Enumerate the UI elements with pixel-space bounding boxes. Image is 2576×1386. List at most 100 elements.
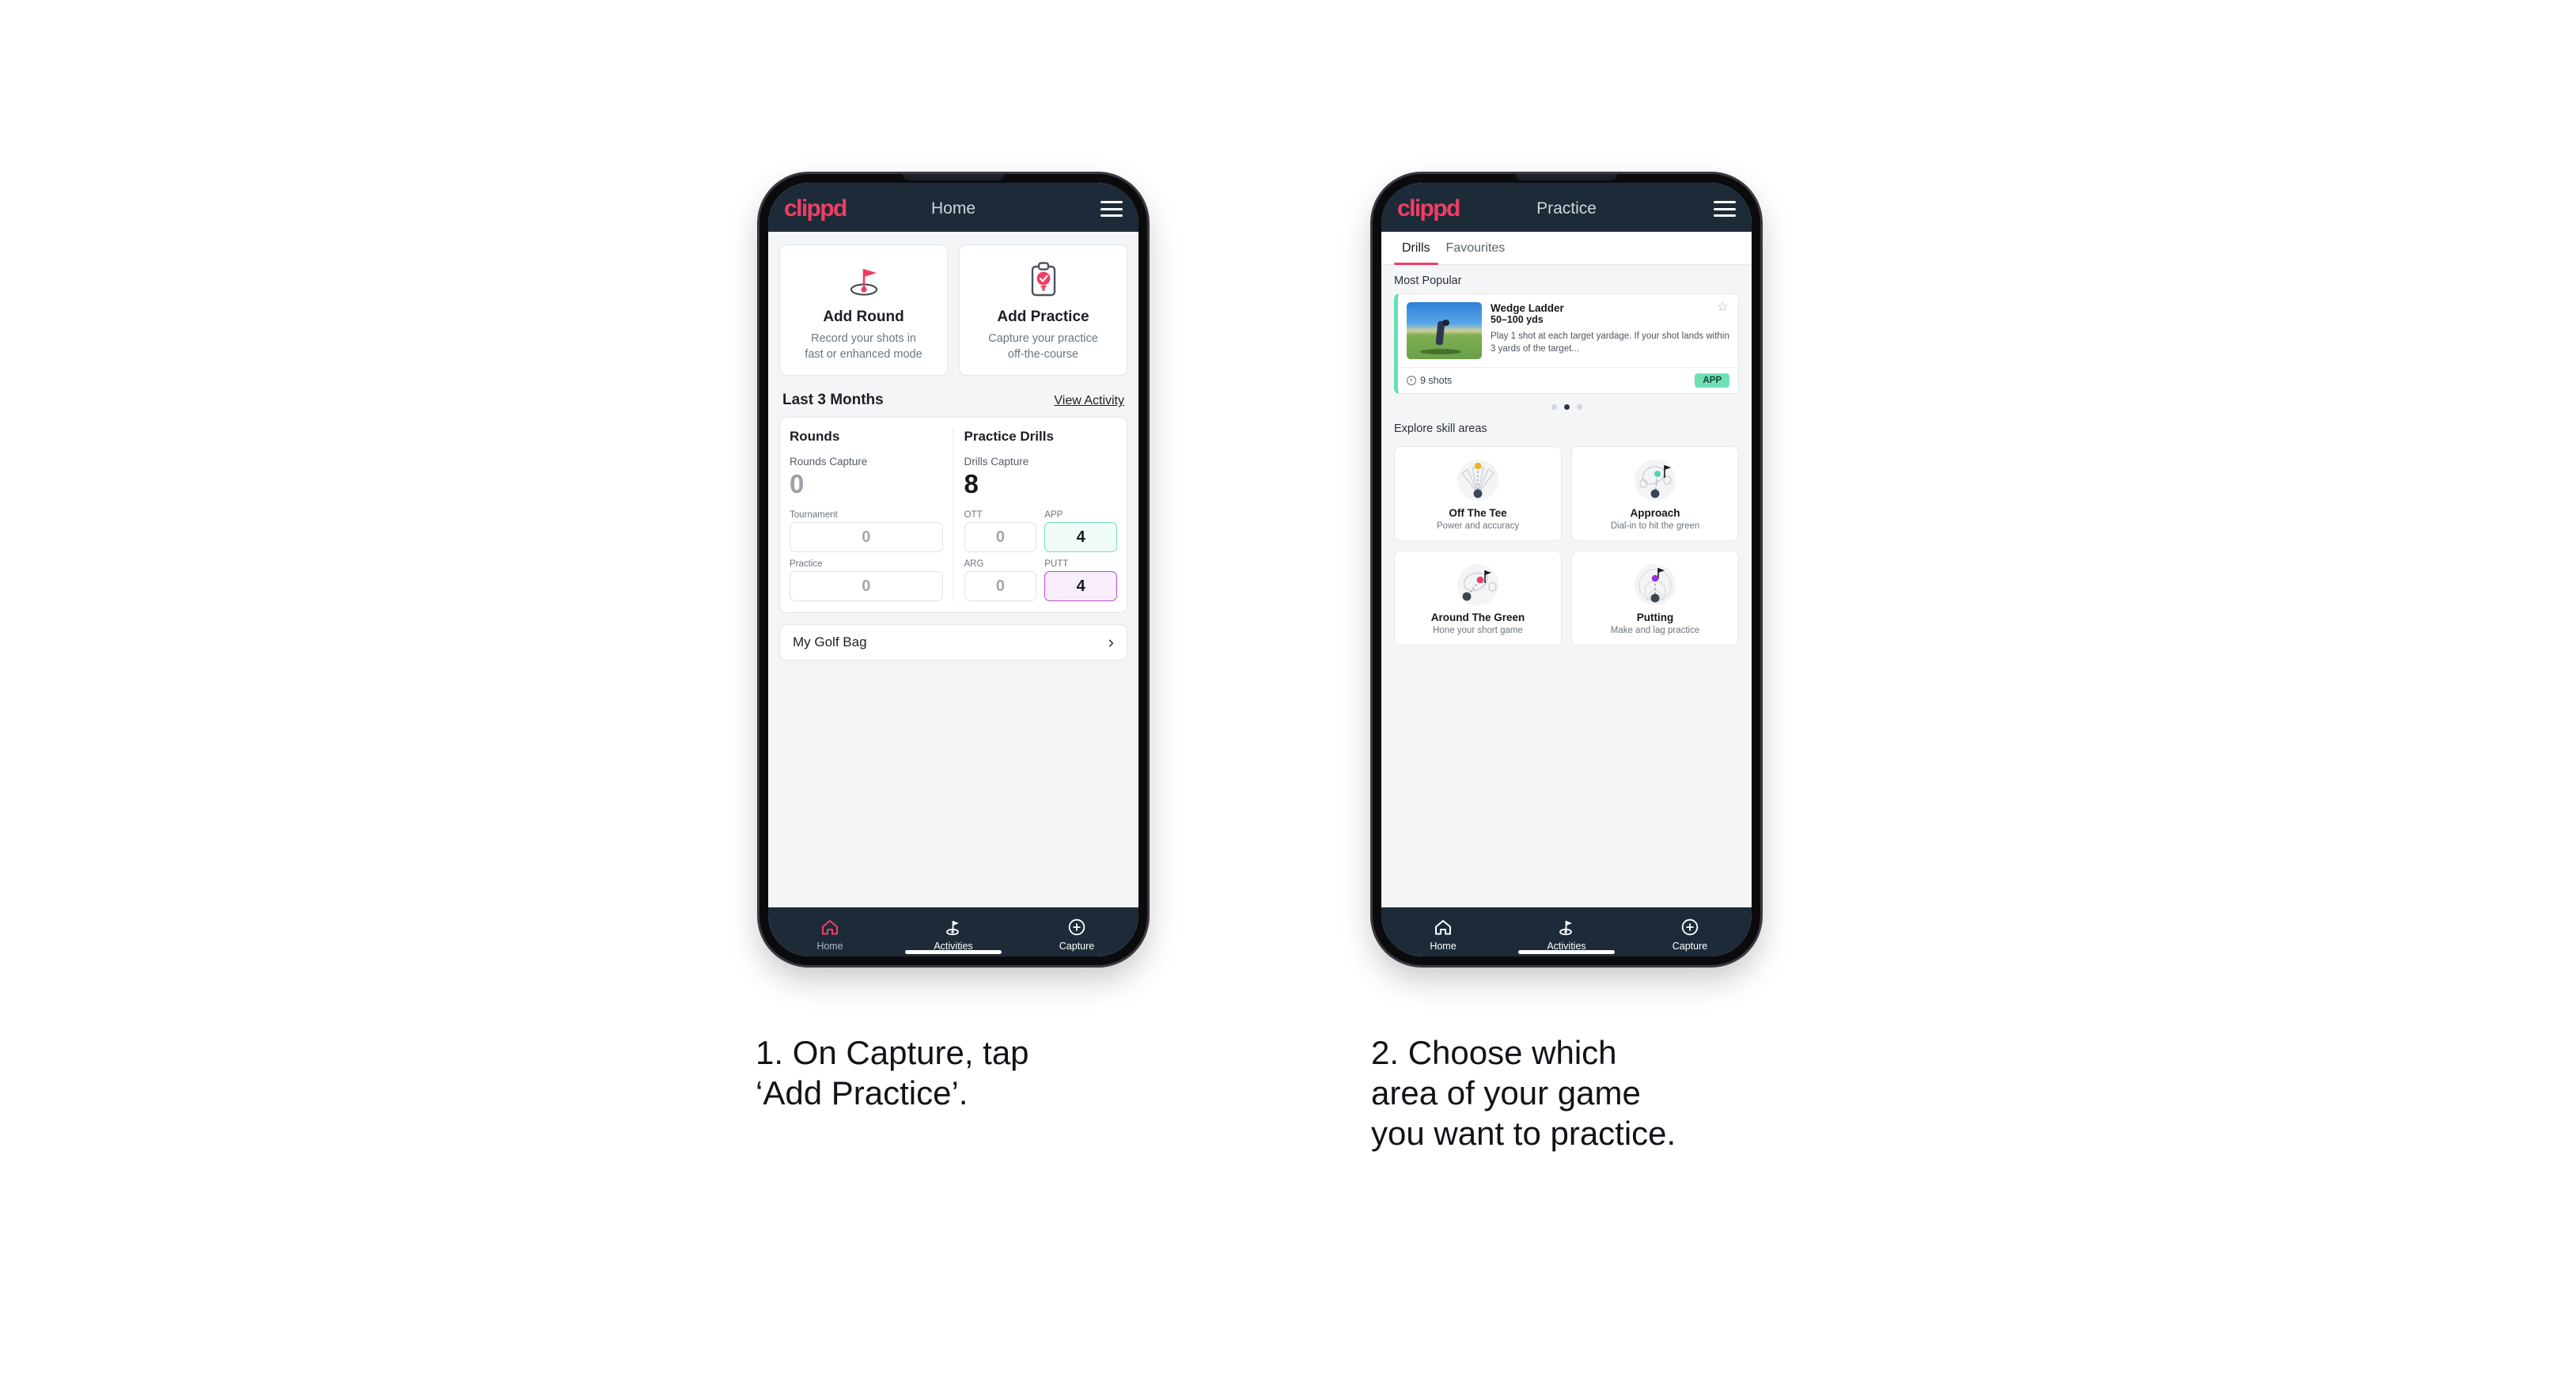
carousel-dots xyxy=(1381,394,1752,413)
caption-two-line3: you want to practice. xyxy=(1371,1115,1676,1153)
rounds-capture-value: 0 xyxy=(790,469,805,499)
skill-name-approach: Approach xyxy=(1630,507,1680,519)
drill-category-badge: APP xyxy=(1695,373,1729,388)
mini-practice[interactable]: Practice 0 xyxy=(790,559,943,602)
hamburger-menu-icon[interactable] xyxy=(1714,201,1736,217)
section-title: Last 3 Months xyxy=(782,392,884,409)
plus-circle-icon xyxy=(1015,917,1138,937)
mini-arg-value: 0 xyxy=(964,571,1037,602)
bottom-nav-home: Home Activities Capture xyxy=(768,907,1138,956)
nav-label-home: Home xyxy=(816,941,843,952)
mini-ott[interactable]: OTT 0 xyxy=(964,510,1037,553)
add-round-card[interactable]: Add Round Record your shots in fast or e… xyxy=(779,244,948,377)
drills-mini-row-2: ARG 0 PUTT 4 xyxy=(964,559,1117,602)
home-icon xyxy=(1381,917,1505,937)
nav-label-capture: Capture xyxy=(1059,941,1095,952)
my-golf-bag-row[interactable]: My Golf Bag › xyxy=(779,624,1127,661)
add-practice-subtitle-line2: off-the-course xyxy=(1007,347,1079,361)
drills-heading: Practice Drills xyxy=(964,429,1054,445)
practice-tabs: Drills Favourites xyxy=(1381,232,1752,265)
mini-app-label: APP xyxy=(1044,510,1063,521)
carousel-dot-1[interactable] xyxy=(1551,404,1557,410)
practice-screen-body: Drills Favourites Most Popular ☆ Wedge L… xyxy=(1381,232,1752,907)
clipboard-check-icon xyxy=(968,259,1119,301)
nav-label-home: Home xyxy=(1430,941,1457,952)
caption-two-line1: 2. Choose which xyxy=(1371,1034,1617,1071)
caption-one-line2: ‘Add Practice’. xyxy=(756,1074,968,1112)
around-the-green-icon xyxy=(1401,560,1555,609)
skill-card-around-the-green[interactable]: Around The Green Hone your short game xyxy=(1394,551,1562,646)
drills-capture-value: 8 xyxy=(964,469,979,499)
drill-card-top: ☆ Wedge Ladder 50–100 yds Play 1 shot at… xyxy=(1398,294,1738,367)
mini-tournament[interactable]: Tournament 0 xyxy=(790,510,943,553)
view-activity-link[interactable]: View Activity xyxy=(1054,394,1124,408)
mini-putt-value: 4 xyxy=(1044,571,1117,602)
rounds-mini-row-2: Practice 0 xyxy=(790,559,943,602)
mini-tournament-label: Tournament xyxy=(790,510,838,521)
hamburger-menu-icon[interactable] xyxy=(1100,201,1123,217)
skill-card-approach[interactable]: Approach Dial-in to hit the green xyxy=(1571,446,1739,541)
phone-mockup-practice: clippd Practice Drills Favourites Most P… xyxy=(1373,174,1760,965)
thumbnail-shadow xyxy=(1420,349,1462,355)
tab-drills[interactable]: Drills xyxy=(1394,232,1438,265)
most-popular-label: Most Popular xyxy=(1394,275,1462,287)
mini-practice-label: Practice xyxy=(790,559,823,570)
skill-name-around-the-green: Around The Green xyxy=(1430,612,1525,623)
home-icon xyxy=(768,917,892,937)
nav-item-activities[interactable]: Activities xyxy=(1505,917,1628,952)
rounds-column: Rounds Rounds Capture 0 Tournament 0 Pra… xyxy=(790,429,943,602)
nav-item-home[interactable]: Home xyxy=(768,917,892,952)
explore-skill-areas-label: Explore skill areas xyxy=(1394,422,1487,435)
golf-flag-icon xyxy=(788,259,939,301)
add-practice-subtitle-line1: Capture your practice xyxy=(988,332,1098,345)
nav-item-activities[interactable]: Activities xyxy=(892,917,1015,952)
my-golf-bag-label: My Golf Bag xyxy=(793,634,867,650)
mini-putt[interactable]: PUTT 4 xyxy=(1044,559,1117,602)
drills-capture-label: Drills Capture xyxy=(964,456,1029,468)
golf-flag-icon xyxy=(892,917,1015,937)
app-header-practice: clippd Practice xyxy=(1381,183,1752,232)
clippd-logo[interactable]: clippd xyxy=(784,197,847,221)
bottom-nav-practice: Home Activities Capture xyxy=(1381,907,1752,956)
off-the-tee-icon xyxy=(1401,456,1555,505)
clippd-logo[interactable]: clippd xyxy=(1397,197,1460,221)
rounds-capture-label: Rounds Capture xyxy=(790,456,868,468)
mini-arg[interactable]: ARG 0 xyxy=(964,559,1037,602)
skill-name-putting: Putting xyxy=(1636,612,1674,623)
chevron-right-icon: › xyxy=(1108,632,1114,653)
mini-arg-label: ARG xyxy=(964,559,984,570)
skill-sub-around-the-green: Hone your short game xyxy=(1433,626,1523,635)
skill-sub-putting: Make and lag practice xyxy=(1610,626,1700,635)
last-3-months-row: Last 3 Months View Activity xyxy=(768,376,1138,417)
skill-card-off-the-tee[interactable]: Off The Tee Power and accuracy xyxy=(1394,446,1562,541)
caption-two-line2: area of your game xyxy=(1371,1074,1641,1112)
nav-item-capture[interactable]: Capture xyxy=(1628,917,1752,952)
drill-card-wedge-ladder[interactable]: ☆ Wedge Ladder 50–100 yds Play 1 shot at… xyxy=(1394,293,1739,394)
mini-ott-value: 0 xyxy=(964,522,1037,553)
quick-actions-row: Add Round Record your shots in fast or e… xyxy=(768,232,1138,377)
phone-notch xyxy=(1516,174,1617,180)
skill-card-putting[interactable]: Putting Make and lag practice xyxy=(1571,551,1739,646)
star-outline-icon[interactable]: ☆ xyxy=(1717,301,1729,314)
add-practice-card[interactable]: Add Practice Capture your practice off-t… xyxy=(959,244,1127,377)
rounds-mini-row-1: Tournament 0 xyxy=(790,510,943,553)
home-screen-body: Add Round Record your shots in fast or e… xyxy=(768,232,1138,907)
drill-card-footer: 9 shots APP xyxy=(1398,367,1738,393)
screenshot-canvas: clippd Home Add Round Record your shots … xyxy=(0,0,2576,1386)
phone-notch xyxy=(903,174,1004,180)
mini-app[interactable]: APP 4 xyxy=(1044,510,1117,553)
add-round-title: Add Round xyxy=(823,309,904,325)
carousel-dot-3[interactable] xyxy=(1576,404,1582,410)
home-indicator xyxy=(1518,950,1615,954)
caption-step-one: 1. On Capture, tap ‘Add Practice’. xyxy=(756,1032,1246,1113)
mini-app-value: 4 xyxy=(1044,522,1117,553)
carousel-dot-2[interactable] xyxy=(1563,404,1570,410)
nav-item-capture[interactable]: Capture xyxy=(1015,917,1138,952)
practice-drills-column: Practice Drills Drills Capture 8 OTT 0 A… xyxy=(952,429,1117,602)
nav-item-home[interactable]: Home xyxy=(1381,917,1505,952)
tab-favourites[interactable]: Favourites xyxy=(1438,232,1513,264)
add-round-subtitle-line2: fast or enhanced mode xyxy=(805,347,922,361)
plus-circle-icon xyxy=(1628,917,1752,937)
skill-name-off-the-tee: Off The Tee xyxy=(1449,507,1507,519)
add-round-subtitle-line1: Record your shots in xyxy=(811,332,916,345)
